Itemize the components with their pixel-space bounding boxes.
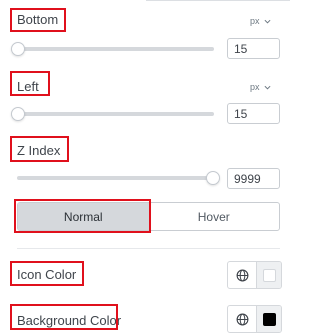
bottom-number-input[interactable]: 15 — [227, 38, 280, 59]
globe-icon — [236, 269, 248, 281]
left-slider-track[interactable] — [14, 112, 214, 116]
left-label-highlight — [10, 71, 50, 96]
bottom-label-highlight — [10, 8, 66, 32]
icon-color-control — [227, 261, 282, 289]
bottom-slider-track[interactable] — [14, 47, 214, 51]
normal-tab-highlight — [14, 199, 151, 233]
background-color-label-highlight — [10, 304, 118, 330]
chevron-down-icon — [264, 19, 271, 24]
left-slider-handle[interactable] — [11, 107, 25, 121]
icon-color-global-button[interactable] — [228, 262, 257, 288]
bottom-unit-select[interactable]: px — [250, 16, 271, 26]
chevron-down-icon — [264, 85, 271, 90]
globe-icon — [236, 313, 248, 325]
bottom-unit-label: px — [250, 16, 260, 26]
icon-color-swatch — [262, 268, 276, 282]
bottom-slider-handle[interactable] — [11, 42, 25, 56]
background-color-control — [227, 305, 282, 333]
z-index-number-input[interactable]: 9999 — [227, 168, 280, 189]
icon-color-picker[interactable] — [257, 262, 281, 288]
z-index-slider-handle[interactable] — [206, 171, 220, 185]
icon-color-label-highlight — [10, 261, 84, 286]
z-index-label-highlight — [10, 136, 69, 162]
z-index-slider-track[interactable] — [17, 176, 217, 180]
left-number-input[interactable]: 15 — [227, 103, 280, 124]
panel-top-divider — [146, 0, 290, 1]
background-color-global-button[interactable] — [228, 306, 257, 332]
left-unit-label: px — [250, 82, 260, 92]
section-divider — [17, 248, 280, 249]
left-unit-select[interactable]: px — [250, 82, 271, 92]
tab-hover[interactable]: Hover — [149, 203, 280, 230]
background-color-picker[interactable] — [257, 306, 281, 332]
background-color-swatch — [262, 312, 276, 326]
